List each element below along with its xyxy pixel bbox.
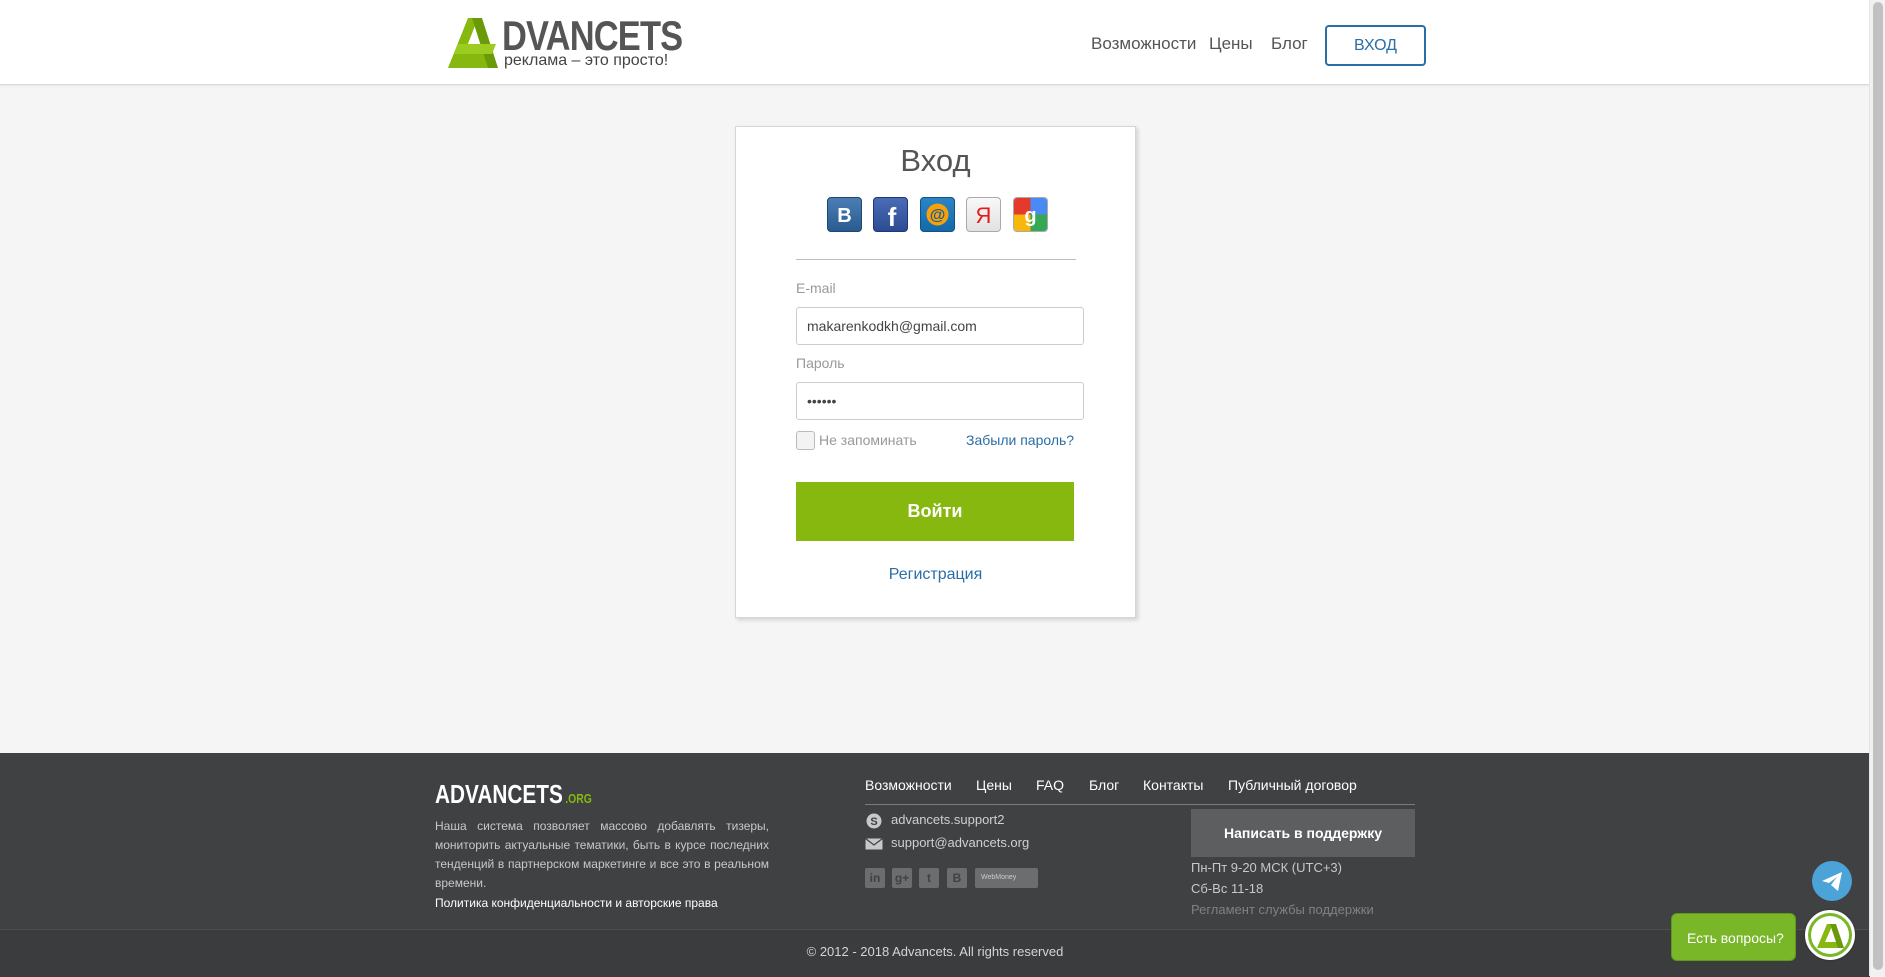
svg-text:Я: Я [976, 203, 992, 228]
support-reglament-link[interactable]: Регламент службы поддержки [1191, 902, 1374, 917]
footer-description: Наша система позволяет массово добавлять… [435, 819, 769, 890]
write-support-button[interactable]: Написать в поддержку [1191, 809, 1415, 857]
support-hours-weekend: Сб-Вс 11-18 [1191, 881, 1264, 896]
remember-label[interactable]: Не запоминать [819, 432, 917, 448]
nav-prices[interactable]: Цены [1209, 34, 1253, 54]
forgot-password-link[interactable]: Забыли пароль? [966, 432, 1074, 448]
twitter-icon[interactable]: t [919, 868, 939, 888]
chat-avatar[interactable] [1805, 910, 1855, 960]
logo-tagline: реклама – это просто! [504, 52, 669, 69]
svg-text:S: S [870, 816, 877, 828]
skype-handle: advancets.support2 [891, 812, 1005, 827]
login-title: Вход [900, 143, 971, 178]
password-field[interactable]: •••••• [796, 382, 1084, 420]
webmoney-badge[interactable]: WebMoney [975, 868, 1038, 888]
login-submit-button[interactable]: Войти [796, 482, 1074, 541]
telegram-icon[interactable] [1812, 861, 1852, 901]
footer-nav-prices[interactable]: Цены [976, 777, 1012, 793]
yandex-icon[interactable]: Я [966, 197, 1001, 232]
svg-text:@: @ [930, 207, 946, 224]
site-header: DVANCETS реклама – это просто! Возможнос… [0, 0, 1870, 85]
privacy-policy-link[interactable]: Политика конфиденциальности и авторские … [435, 896, 718, 910]
footer-nav-faq[interactable]: FAQ [1036, 777, 1064, 793]
footer-skype[interactable]: Sadvancets.support2 [865, 812, 1004, 829]
header-login-button[interactable]: ВХОД [1325, 25, 1426, 66]
remember-checkbox[interactable] [796, 431, 815, 450]
skype-icon: S [866, 813, 882, 829]
scrollbar-thumb[interactable] [1873, 2, 1883, 970]
svg-text:f: f [888, 202, 897, 231]
chat-avatar-logo-icon [1811, 916, 1849, 954]
footer-logo-word: ADVANCETS [435, 779, 563, 809]
copyright-text: © 2012 - 2018 Advancets. All rights rese… [806, 944, 1064, 959]
footer-nav-divider [865, 804, 1415, 805]
footer-logo[interactable]: ADVANCETS .ORG [435, 779, 592, 810]
linkedin-icon[interactable]: in [865, 868, 885, 888]
footer-logo-tld: .ORG [565, 791, 592, 806]
password-label: Пароль [796, 355, 845, 371]
email-label: E-mail [796, 280, 836, 296]
register-link[interactable]: Регистрация [736, 566, 1135, 584]
site-footer: ADVANCETS .ORG Наша система позволяет мас… [0, 753, 1870, 929]
email-field[interactable]: makarenkodkh@gmail.com [796, 307, 1084, 345]
nav-features[interactable]: Возможности [1091, 34, 1196, 54]
nav-blog[interactable]: Блог [1271, 34, 1308, 54]
facebook-icon[interactable]: f [873, 197, 908, 232]
footer-nav-blog[interactable]: Блог [1089, 777, 1119, 793]
vk-icon[interactable]: B [827, 197, 862, 232]
svg-text:B: B [837, 205, 851, 227]
footer-nav-features[interactable]: Возможности [865, 777, 952, 793]
logo-a-icon [448, 18, 498, 68]
footer-nav-public-contract[interactable]: Публичный договор [1228, 777, 1357, 793]
google-plus-icon[interactable]: g+ [892, 868, 912, 888]
support-email: support@advancets.org [891, 835, 1030, 850]
chat-questions-bubble[interactable]: Есть вопросы? [1671, 913, 1796, 961]
footer-nav-contacts[interactable]: Контакты [1143, 777, 1203, 793]
mailru-icon[interactable]: @ [920, 197, 955, 232]
site-logo[interactable]: DVANCETS реклама – это просто! [444, 12, 683, 72]
login-card: Вход B f @ Я g E-mail makarenkodkh@gmail… [735, 126, 1136, 618]
social-divider [796, 259, 1076, 260]
support-hours-weekdays: Пн-Пт 9-20 МСК (UTC+3) [1191, 860, 1342, 875]
svg-text:g: g [1024, 205, 1036, 227]
footer-email[interactable]: support@advancets.org [865, 835, 1029, 852]
vk-small-icon[interactable]: В [947, 868, 967, 888]
google-icon[interactable]: g [1013, 197, 1048, 232]
page-scrollbar[interactable] [1869, 0, 1885, 976]
copyright-bar: © 2012 - 2018 Advancets. All rights rese… [0, 929, 1870, 977]
envelope-icon [865, 837, 883, 850]
